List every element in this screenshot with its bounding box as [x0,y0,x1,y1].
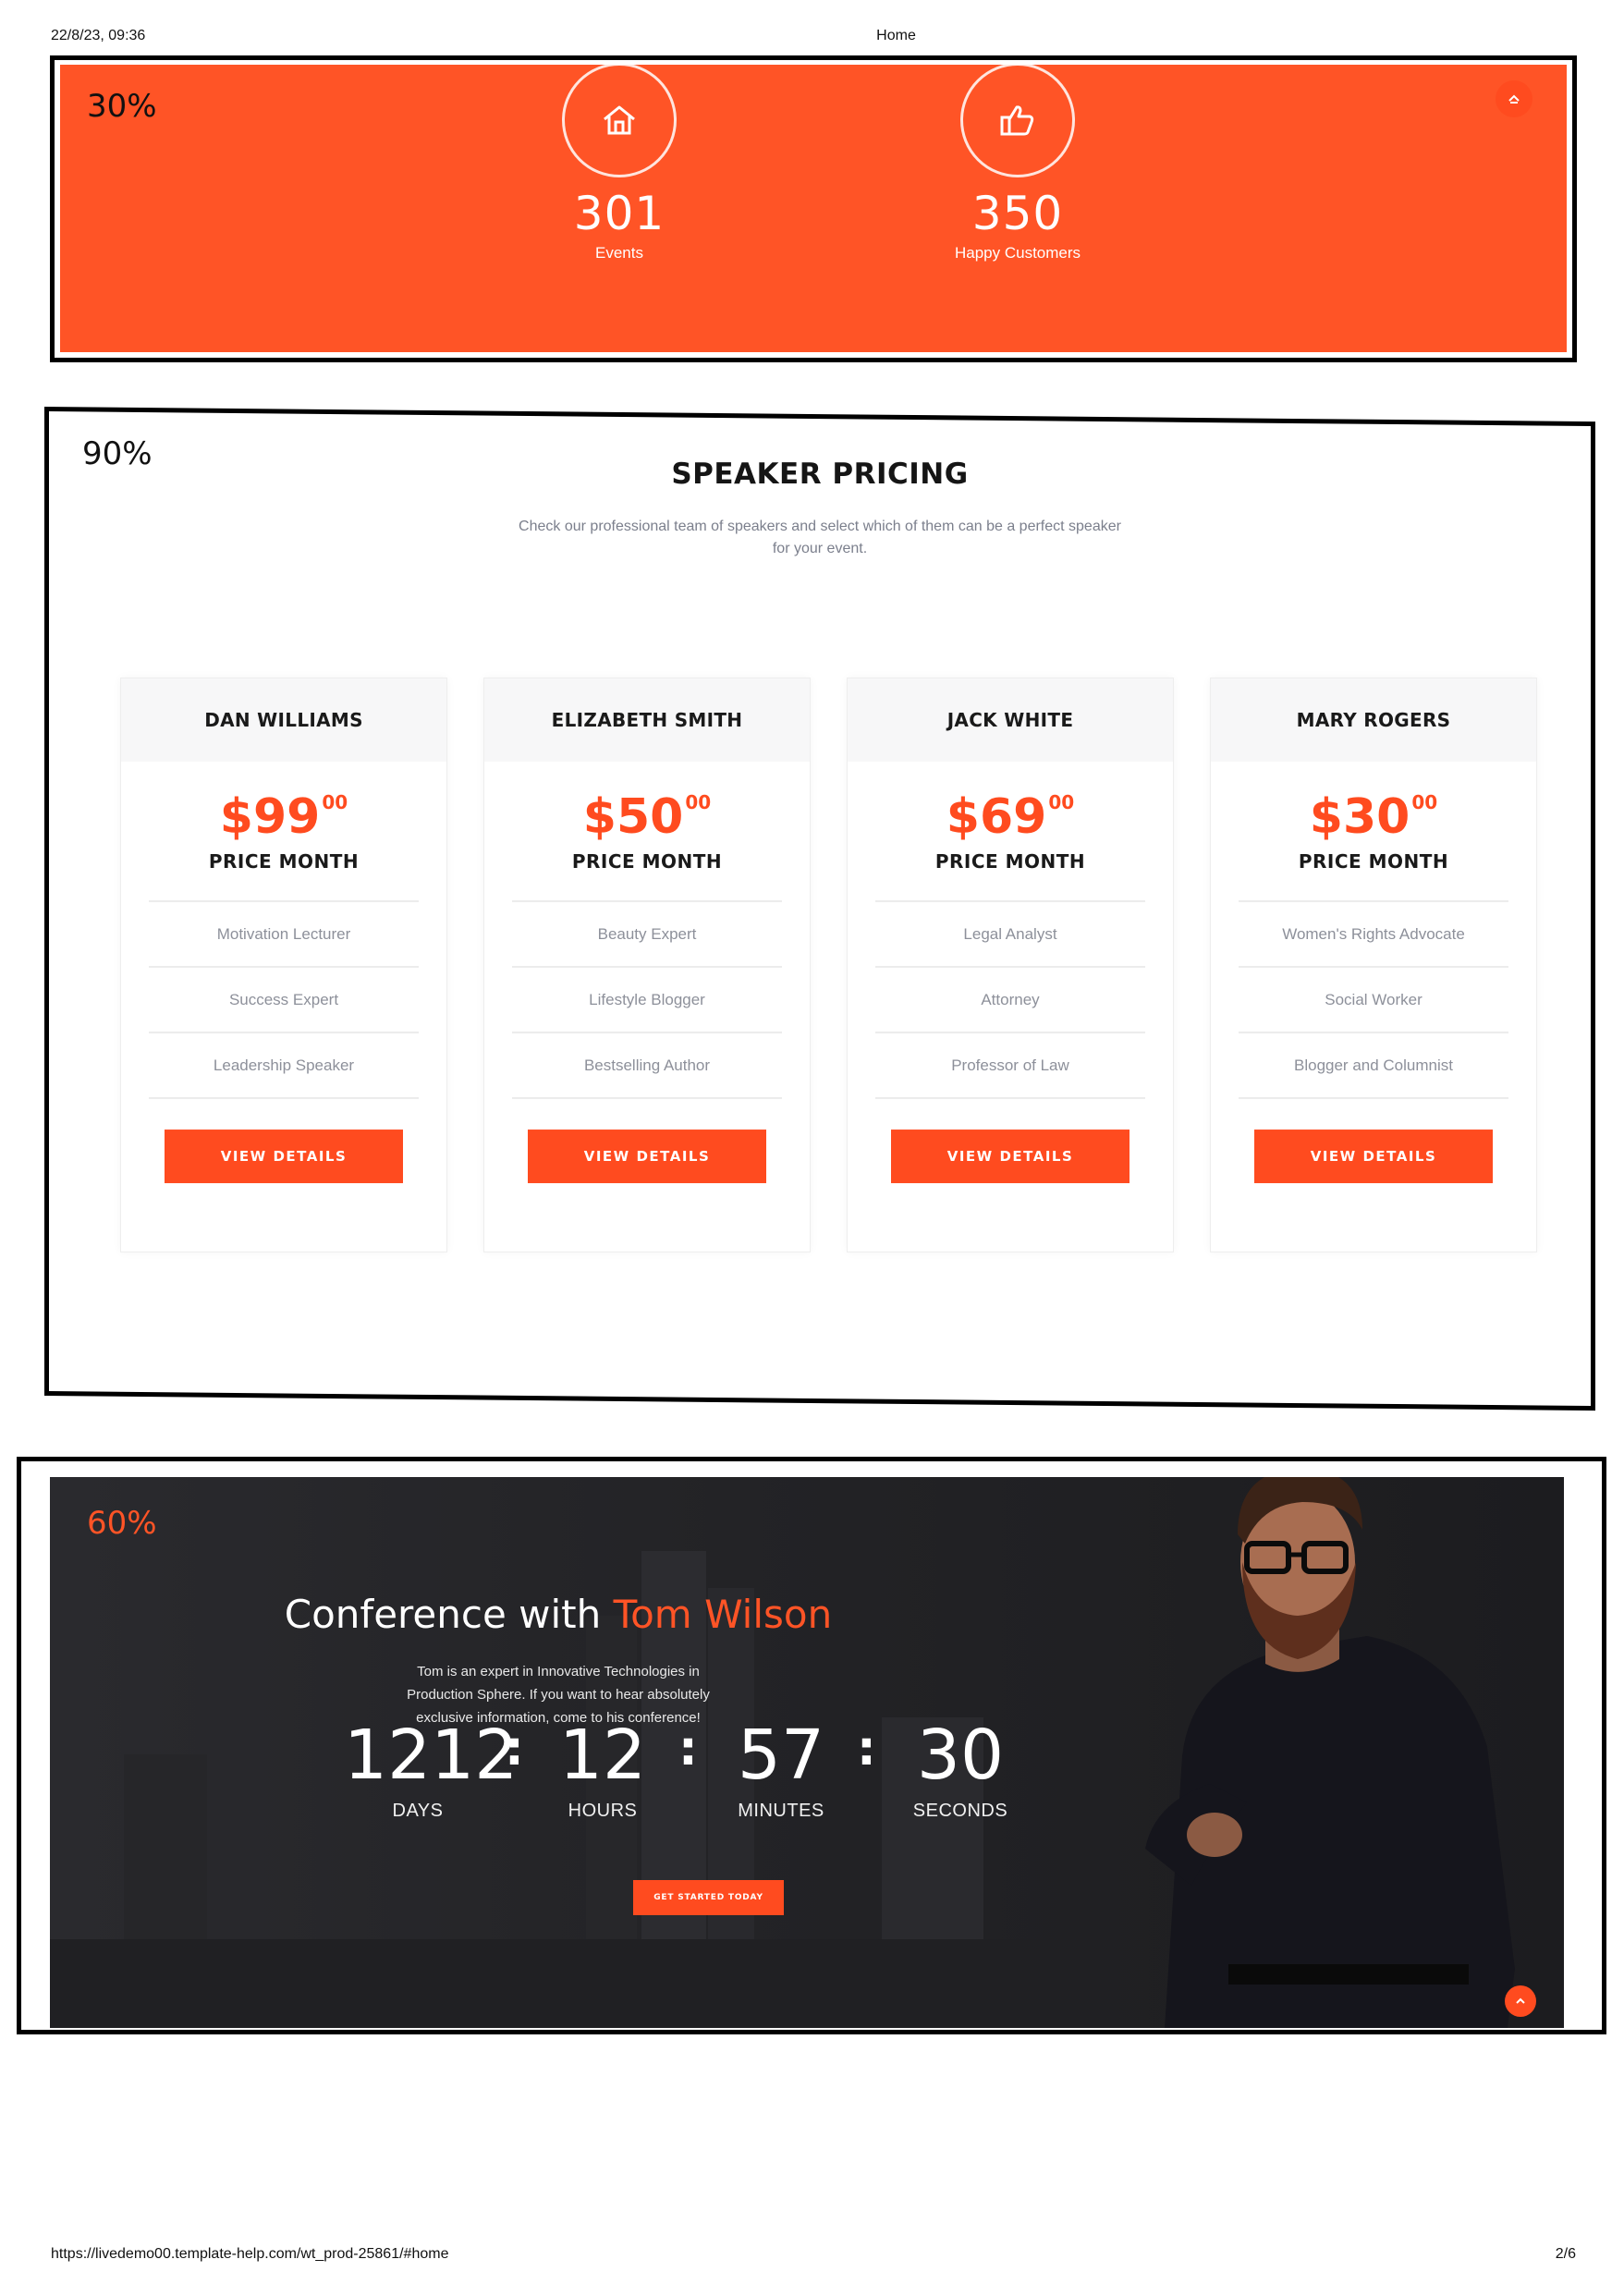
chevron-up-icon [1508,94,1520,104]
price-amount: $69 [946,789,1047,846]
section-subtitle: Check our professional team of speakers … [519,519,1121,557]
countdown-separator: : [505,1721,524,1777]
stats-section-frame: 30% 301 Events 350 Happy Customers [50,55,1577,362]
price: $99 00 [121,789,446,845]
get-started-button[interactable]: GET STARTED TODAY [633,1880,784,1915]
price-caption: PRICE MONTH [934,850,1086,873]
price: $30 00 [1211,789,1536,845]
feature-list: Beauty Expert Lifestyle Blogger Bestsell… [512,900,782,1100]
feature-item: Social Worker [1239,968,1508,1034]
price-amount: $50 [582,789,684,846]
conference-title-prefix: Conference with [284,1592,614,1637]
countdown-value: 30 [916,1716,1005,1795]
stat-label: Happy Customers [954,244,1081,262]
countdown-value: 1212 [344,1716,519,1795]
countdown-days: 1212 DAYS [344,1716,519,1822]
price-cents: 00 [685,791,712,814]
scroll-to-top-button[interactable] [1505,1985,1536,2017]
pricing-card: DAN WILLIAMS $99 00 PRICE MONTH Motivatio… [121,678,446,1252]
price-caption: PRICE MONTH [1298,850,1449,873]
feature-item: Bestselling Author [512,1033,782,1100]
pricing-card: JACK WHITE $69 00 PRICE MONTH Legal Analy… [848,678,1173,1252]
price-cents: 00 [1411,791,1438,814]
price-amount: $30 [1309,789,1410,846]
countdown-hours: 12 HOURS [547,1716,658,1822]
feature-item: Motivation Lecturer [149,902,419,969]
feature-list: Motivation Lecturer Success Expert Leade… [149,900,419,1100]
stat-value: 301 [573,187,665,240]
view-details-button[interactable]: VIEW DETAILS [1254,1130,1493,1184]
price: $50 00 [484,789,810,845]
speaker-name: ELIZABETH SMITH [484,678,810,763]
countdown-value: 57 [737,1716,825,1795]
home-icon [562,63,677,177]
chevron-up-icon [1516,1997,1525,2004]
conference-section: 60% Conference with Tom Wilson Tom is an… [50,1477,1564,2028]
conference-section-frame: 60% Conference with Tom Wilson Tom is an… [17,1457,1606,2034]
feature-item: Women's Rights Advocate [1239,902,1508,969]
feature-item: Attorney [875,968,1145,1034]
pricing-section: 90% SPEAKER PRICING Check our profession… [49,411,1591,1391]
countdown-label: HOURS [568,1801,638,1821]
thumbs-up-icon [960,63,1075,177]
zoom-label-bottom: 60% [87,1505,157,1542]
pricing-section-frame: 90% SPEAKER PRICING Check our profession… [44,407,1595,1411]
view-details-button[interactable]: VIEW DETAILS [165,1130,403,1184]
countdown-label: DAYS [392,1801,444,1821]
speaker-photo [1145,1477,1515,2028]
price-caption: PRICE MONTH [571,850,723,873]
feature-item: Lifestyle Blogger [512,968,782,1034]
countdown-seconds: 30 SECONDS [905,1716,1016,1822]
feature-list: Legal Analyst Attorney Professor of Law [875,900,1145,1100]
countdown-timer: 1212 DAYS : 12 HOURS : 57 MINUTES : 30 S… [50,1716,1067,1826]
price-cents: 00 [322,791,348,814]
view-details-button[interactable]: VIEW DETAILS [528,1130,766,1184]
speaker-name: DAN WILLIAMS [121,678,446,763]
stats-section: 30% 301 Events 350 Happy Customers [60,63,1567,352]
countdown-separator: : [678,1721,698,1777]
feature-item: Beauty Expert [512,902,782,969]
section-title: SPEAKER PRICING [671,458,969,492]
countdown-separator: : [857,1721,876,1777]
feature-item: Professor of Law [875,1033,1145,1100]
view-details-button[interactable]: VIEW DETAILS [891,1130,1129,1184]
countdown-label: SECONDS [912,1801,1008,1821]
price-amount: $99 [219,789,321,846]
print-url: https://livedemo00.template-help.com/wt_… [51,2246,449,2262]
price: $69 00 [848,789,1173,845]
countdown-minutes: 57 MINUTES [726,1716,836,1822]
zoom-label-top: 30% [87,88,157,125]
feature-item: Success Expert [149,968,419,1034]
speaker-name: MARY ROGERS [1211,678,1536,763]
stat-happy-customers: 350 Happy Customers [879,63,1156,263]
pricing-card: MARY ROGERS $30 00 PRICE MONTH Women's Ri… [1211,678,1536,1252]
countdown-label: MINUTES [738,1801,824,1821]
feature-item: Blogger and Columnist [1239,1033,1508,1100]
price-cents: 00 [1048,791,1075,814]
stat-events: 301 Events [481,63,758,263]
speaker-highlight: Tom Wilson [613,1592,833,1637]
price-caption: PRICE MONTH [208,850,360,873]
countdown-value: 12 [558,1716,647,1795]
pricing-card: ELIZABETH SMITH $50 00 PRICE MONTH Beauty… [484,678,810,1252]
speaker-name: JACK WHITE [848,678,1173,763]
print-page-number: 2/6 [1555,2246,1576,2262]
scroll-to-top-button[interactable] [1496,80,1532,117]
print-page-title: Home [876,28,916,43]
stat-label: Events [595,244,643,262]
stat-value: 350 [971,187,1064,240]
feature-item: Legal Analyst [875,902,1145,969]
conference-title: Conference with Tom Wilson [50,1592,1067,1637]
feature-list: Women's Rights Advocate Social Worker Bl… [1239,900,1508,1100]
feature-item: Leadership Speaker [149,1033,419,1100]
